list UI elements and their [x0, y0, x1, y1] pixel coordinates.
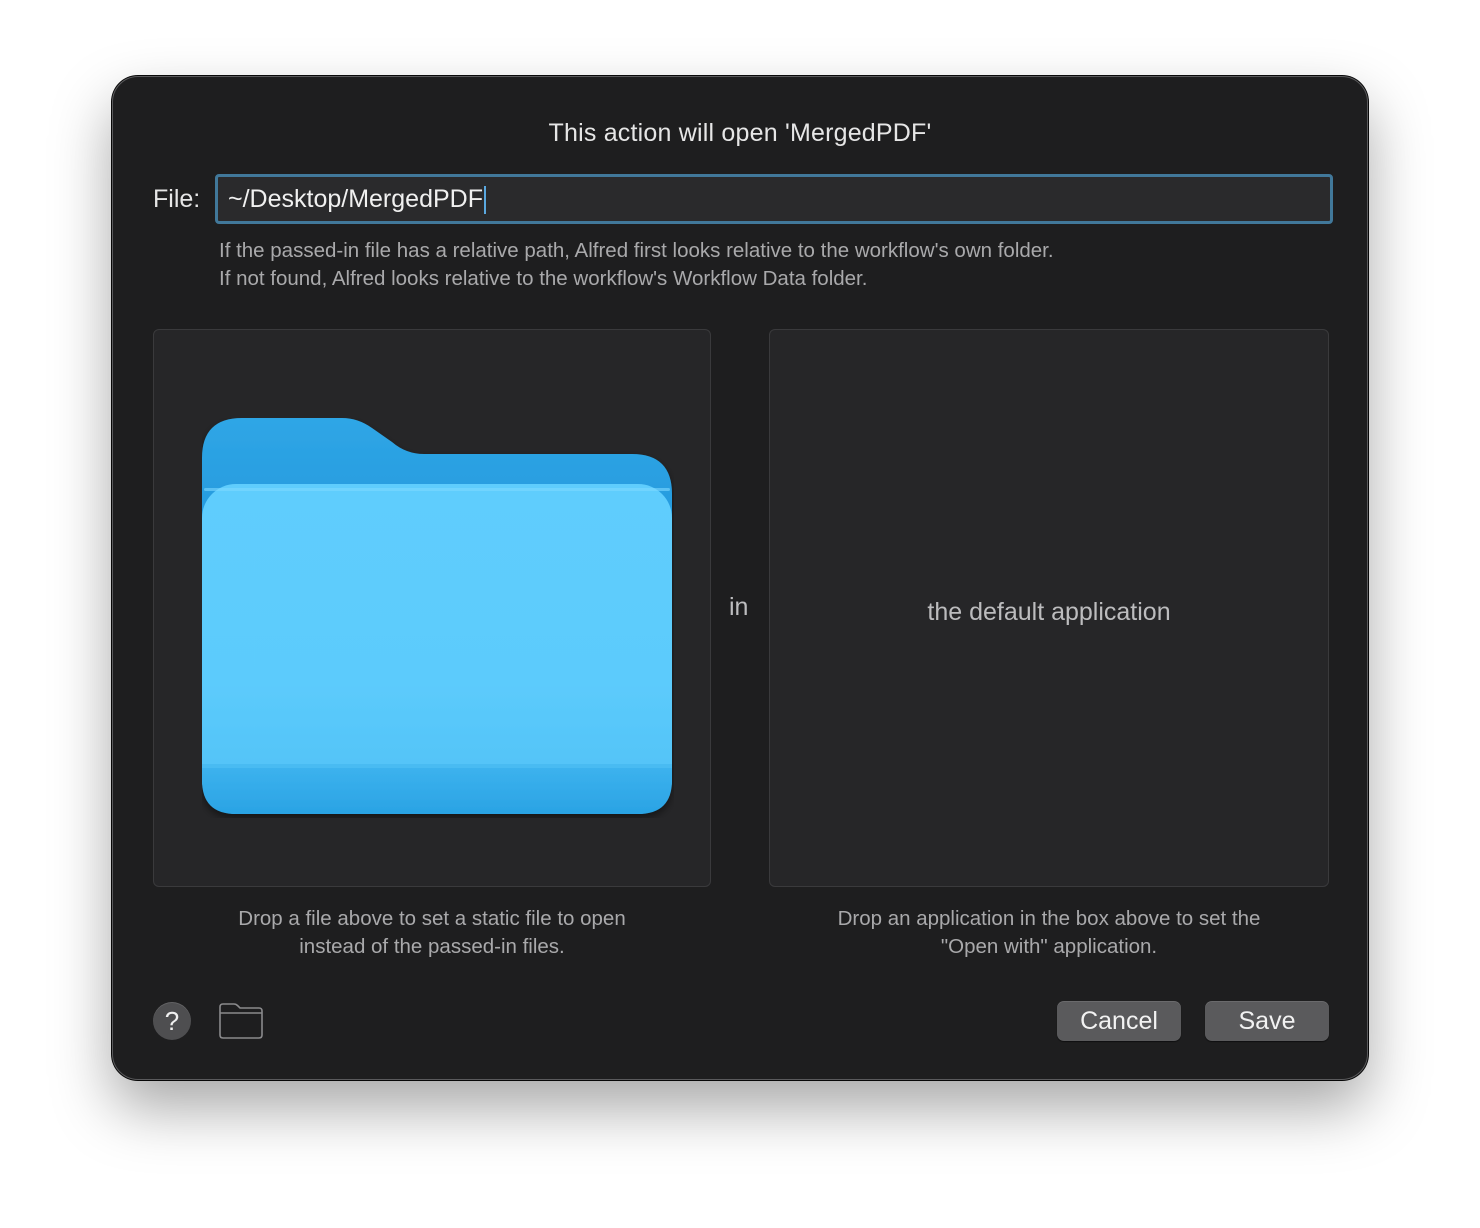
- file-path-input[interactable]: ~/Desktop/MergedPDF: [215, 174, 1333, 224]
- relative-path-help: If the passed-in file has a relative pat…: [219, 237, 1054, 293]
- caption-line: Drop a file above to set a static file t…: [238, 907, 626, 930]
- caption-line: instead of the passed-in files.: [299, 935, 565, 958]
- help-button[interactable]: ?: [153, 1002, 191, 1040]
- caption-line: Drop an application in the box above to …: [837, 907, 1261, 930]
- application-drop-caption: Drop an application in the box above to …: [769, 905, 1329, 961]
- open-file-action-dialog: This action will open 'MergedPDF' File: …: [112, 76, 1368, 1080]
- folder-icon: [202, 418, 672, 814]
- application-drop-well[interactable]: the default application: [769, 329, 1329, 887]
- file-drop-well[interactable]: [153, 329, 711, 887]
- caption-line: "Open with" application.: [940, 935, 1158, 958]
- text-caret: [483, 186, 486, 215]
- default-application-label: the default application: [927, 598, 1171, 626]
- dialog-title: This action will open 'MergedPDF': [548, 119, 932, 147]
- cancel-button[interactable]: Cancel: [1057, 1001, 1181, 1041]
- help-text-line: If not found, Alfred looks relative to t…: [219, 267, 868, 290]
- file-path-value: ~/Desktop/MergedPDF: [228, 185, 483, 213]
- file-field-label: File:: [153, 185, 201, 213]
- file-drop-caption: Drop a file above to set a static file t…: [153, 905, 711, 961]
- save-button[interactable]: Save: [1205, 1001, 1329, 1041]
- help-text-line: If the passed-in file has a relative pat…: [219, 239, 1054, 262]
- connector-label: in: [729, 593, 749, 621]
- folder-outline-icon[interactable]: [217, 1001, 265, 1041]
